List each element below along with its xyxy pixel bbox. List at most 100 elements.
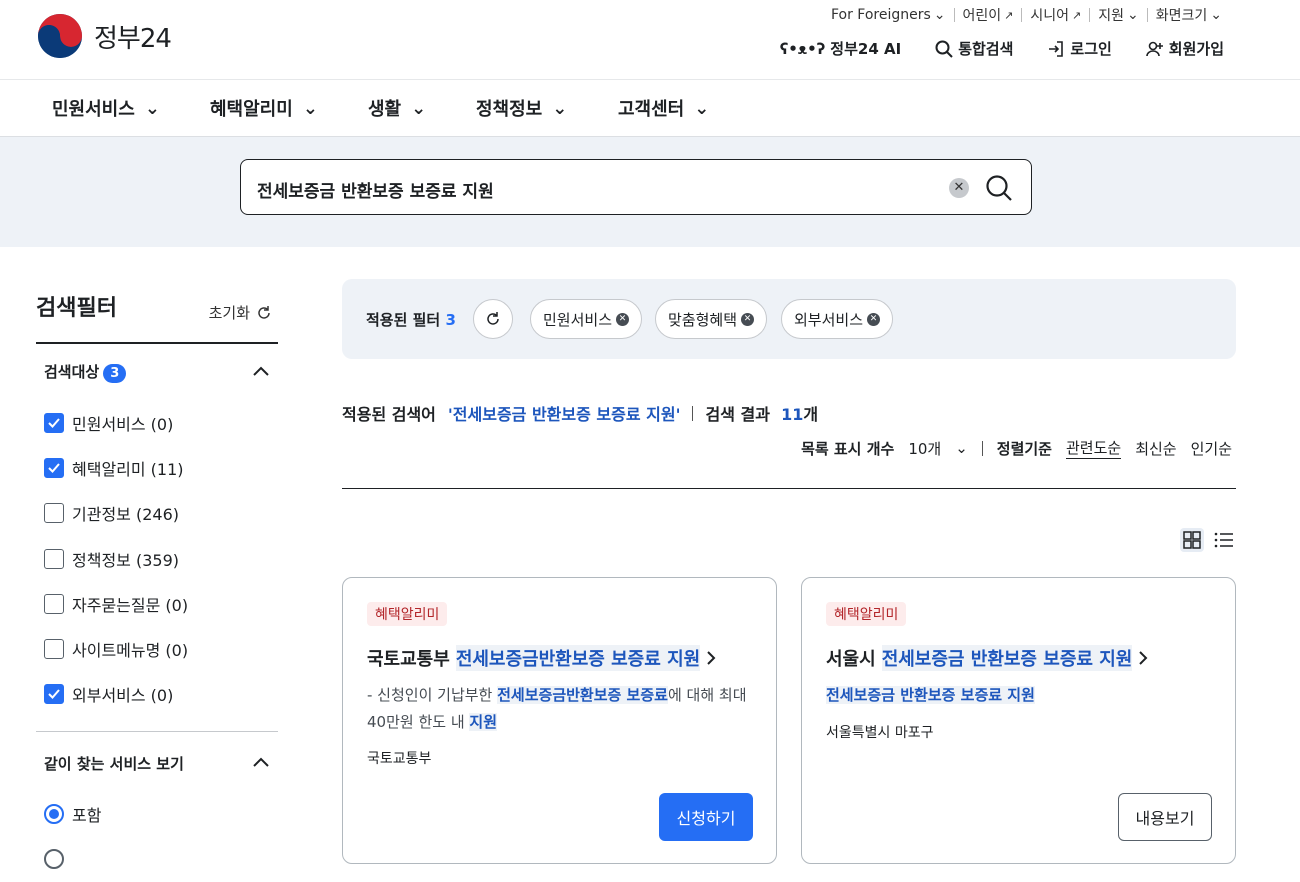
sort-latest[interactable]: 최신순 [1135, 438, 1176, 459]
refresh-icon [258, 305, 270, 319]
filter-chip[interactable]: 민원서비스 ✕ [530, 299, 643, 339]
close-icon[interactable]: ✕ [741, 312, 755, 326]
card-title-link[interactable]: 국토교통부 전세보증금반환보증 보증료 지원 [367, 645, 716, 671]
close-icon[interactable]: ✕ [867, 312, 881, 326]
sort-popular[interactable]: 인기순 [1191, 438, 1232, 459]
utility-links: For Foreigners ⌄ 어린이 ↗ 시니어 ↗ 지원 ⌄ 화면크기 ⌄ [823, 5, 1230, 25]
checkbox-faq[interactable]: 자주묻는질문 (0) [36, 581, 278, 626]
target-section-title: 검색대상 3 [44, 361, 127, 383]
chevron-down-icon: ⌄ [933, 7, 946, 23]
search-band: 전세보증금 반환보증 보증료 지원 ✕ [0, 137, 1300, 247]
result-count-number: 11 [781, 405, 804, 424]
checkbox-label: 혜택알리미 (11) [72, 459, 184, 479]
chevron-down-icon: ⌄ [1127, 7, 1139, 23]
search-filter-panel: 검색필터 초기화 검색대상 3 민원서비스 (0) 혜택알리미 (11) 기관정보… [36, 290, 278, 882]
filter-chip[interactable]: 맞춤형혜택 ✕ [655, 299, 768, 339]
apply-button[interactable]: 신청하기 [659, 793, 753, 841]
divider [692, 405, 694, 421]
radio-include[interactable]: 포함 [36, 791, 278, 836]
util-label: For Foreigners [830, 7, 931, 23]
checkbox[interactable] [44, 412, 64, 433]
clear-icon[interactable]: ✕ [949, 178, 969, 198]
radio-button[interactable] [44, 849, 64, 870]
divider [36, 731, 278, 733]
result-count-unit: 개 [803, 405, 819, 424]
chevron-up-icon[interactable] [252, 363, 270, 381]
search-input[interactable]: 전세보증금 반환보증 보증료 지원 ✕ [240, 159, 1032, 215]
related-section-header[interactable]: 같이 찾는 서비스 보기 [36, 735, 278, 791]
util-senior[interactable]: 시니어 ↗ [1022, 5, 1089, 25]
nav-item-customer-center[interactable]: 고객센터 ⌄ [618, 95, 709, 121]
ai-link[interactable]: ʕ•ᴥ•ʔ 정부24 AI [780, 38, 901, 59]
util-kids[interactable]: 어린이 ↗ [955, 5, 1022, 25]
checkbox-site-menu[interactable]: 사이트메뉴명 (0) [36, 626, 278, 671]
chip-label: 맞춤형혜택 [668, 310, 738, 329]
refresh-icon [487, 312, 499, 325]
desc-highlight: 지원 [469, 713, 498, 731]
nav-item-civil-service[interactable]: 민원서비스 ⌄ [52, 95, 160, 121]
radio-option-partial[interactable] [36, 836, 278, 881]
checkbox-label: 외부서비스 (0) [72, 686, 174, 706]
divider [981, 440, 983, 456]
chip-label: 민원서비스 [543, 310, 613, 329]
login-link[interactable]: 로그인 [1047, 38, 1112, 59]
list-view-icon[interactable] [1212, 528, 1236, 552]
nav-label: 고객센터 [618, 99, 685, 120]
close-icon[interactable]: ✕ [616, 312, 630, 326]
checkbox[interactable] [44, 457, 64, 478]
search-icon[interactable] [985, 174, 1013, 202]
results-summary: 적용된 검색어 '전세보증금 반환보증 보증료 지원' 검색 결과 11개 [342, 401, 818, 425]
chip-label: 외부서비스 [794, 310, 864, 329]
search-query-text[interactable]: 전세보증금 반환보증 보증료 지원 [257, 177, 494, 202]
radio-button[interactable] [44, 803, 64, 824]
nav-item-life[interactable]: 생활 ⌄ [368, 95, 426, 121]
desc-highlight: 전세보증금 반환보증 보증료 지원 [826, 686, 1035, 704]
grid-view-icon[interactable] [1180, 528, 1204, 552]
nav-item-benefit-alert[interactable]: 혜택알리미 ⌄ [210, 95, 318, 121]
reset-button[interactable]: 초기화 [209, 302, 272, 323]
reset-filters-button[interactable] [473, 299, 513, 339]
card-description: - 신청인이 기납부한 전세보증금반환보증 보증료에 대해 최대 40만원 한도… [367, 682, 757, 736]
signup-link[interactable]: 회원가입 [1145, 38, 1224, 59]
checkbox[interactable] [44, 593, 64, 614]
search-label: 통합검색 [958, 40, 1014, 58]
filter-chip[interactable]: 외부서비스 ✕ [781, 299, 894, 339]
checkbox-civil-service[interactable]: 민원서비스 (0) [36, 400, 278, 445]
view-details-button[interactable]: 내용보기 [1118, 793, 1212, 841]
checkbox[interactable] [44, 639, 64, 660]
section-label: 검색대상 [44, 363, 100, 381]
chevron-right-icon [707, 651, 716, 665]
user-plus-icon [1145, 41, 1163, 56]
checkbox-agency-info[interactable]: 기관정보 (246) [36, 491, 278, 536]
util-support[interactable]: 지원 ⌄ [1090, 5, 1147, 25]
card-title-highlight: 전세보증금반환보증 보증료 지원 [455, 645, 701, 671]
reset-label: 초기화 [208, 304, 250, 322]
taegeuk-logo-icon [38, 14, 82, 58]
chevron-up-icon[interactable] [252, 754, 270, 772]
checkbox[interactable] [44, 503, 64, 524]
integrated-search-link[interactable]: 통합검색 [935, 38, 1013, 59]
result-count: 검색 결과 11개 [705, 401, 818, 425]
main-nav: 민원서비스 ⌄ 혜택알리미 ⌄ 생활 ⌄ 정책정보 ⌄ 고객센터 ⌄ [0, 80, 1300, 137]
util-font-size[interactable]: 화면크기 ⌄ [1148, 5, 1230, 25]
checkbox-benefit-alert[interactable]: 혜택알리미 (11) [36, 445, 278, 490]
card-title-link[interactable]: 서울시 전세보증금 반환보증 보증료 지원 [826, 645, 1148, 671]
checkbox-policy-info[interactable]: 정책정보 (359) [36, 536, 278, 581]
desc-text: - 신청인이 기납부한 [367, 686, 498, 704]
nav-item-policy[interactable]: 정책정보 ⌄ [476, 95, 567, 121]
ai-label: 정부24 AI [830, 40, 902, 58]
signup-label: 회원가입 [1168, 40, 1224, 58]
sort-relevance[interactable]: 관련도순 [1065, 437, 1122, 459]
checkbox-external-service[interactable]: 외부서비스 (0) [36, 672, 278, 717]
site-logo[interactable]: 정부24 [36, 12, 172, 60]
checkbox[interactable] [44, 548, 64, 569]
checkbox[interactable] [44, 684, 64, 705]
applied-filters-bar: 적용된 필터 3 민원서비스 ✕ 맞춤형혜택 ✕ 외부서비스 ✕ [342, 279, 1236, 359]
desc-highlight: 전세보증금반환보증 보증료 [497, 686, 668, 704]
card-title-prefix: 국토교통부 [367, 649, 450, 670]
util-for-foreigners[interactable]: For Foreigners ⌄ [823, 7, 954, 23]
chevron-down-icon: ⌄ [552, 97, 568, 119]
checkbox-label: 민원서비스 (0) [72, 414, 174, 434]
target-section-header[interactable]: 검색대상 3 [36, 344, 278, 400]
per-page-select[interactable]: 10개 ⌄ [908, 438, 967, 459]
